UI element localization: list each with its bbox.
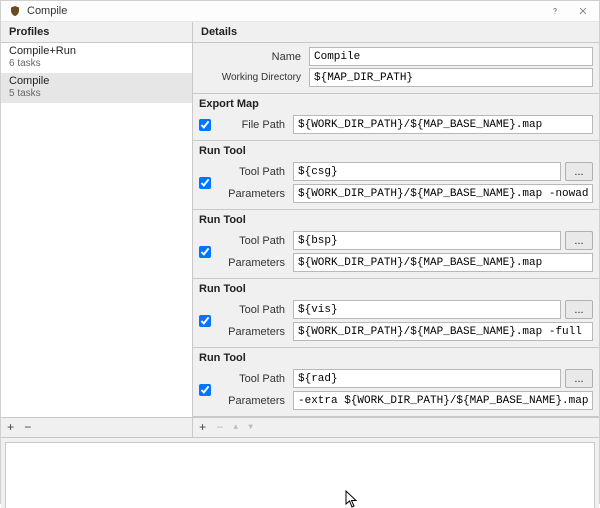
tool-enable-checkbox[interactable] xyxy=(199,177,211,189)
parameters-input[interactable] xyxy=(293,391,593,410)
tool-path-input[interactable] xyxy=(293,231,561,250)
task-list-controls: + − ▲ ▼ xyxy=(193,417,599,437)
run-tool-header: Run Tool xyxy=(199,212,593,229)
file-path-input[interactable] xyxy=(293,115,593,134)
move-task-down-button[interactable]: ▼ xyxy=(248,423,253,432)
profile-tasks: 5 tasks xyxy=(9,88,184,99)
browse-button[interactable]: ... xyxy=(565,162,593,181)
profile-name: Compile xyxy=(9,75,184,88)
run-tool-header: Run Tool xyxy=(199,281,593,298)
profile-item-compile[interactable]: Compile 5 tasks xyxy=(1,73,192,103)
tool-path-label: Tool Path xyxy=(217,235,289,247)
titlebar: Compile xyxy=(1,1,599,22)
parameters-label: Parameters xyxy=(217,188,289,200)
profiles-header: Profiles xyxy=(1,22,192,43)
export-map-block: Export Map File Path xyxy=(193,94,599,141)
tool-path-input[interactable] xyxy=(293,300,561,319)
tool-path-label: Tool Path xyxy=(217,304,289,316)
export-map-header: Export Map xyxy=(199,96,593,113)
file-path-label: File Path xyxy=(217,119,289,131)
tool-path-label: Tool Path xyxy=(217,166,289,178)
profiles-list-controls: + − xyxy=(1,417,192,437)
remove-task-button[interactable]: − xyxy=(216,421,223,435)
parameters-label: Parameters xyxy=(217,395,289,407)
profile-name: Compile+Run xyxy=(9,45,184,58)
browse-button[interactable]: ... xyxy=(565,369,593,388)
tool-enable-checkbox[interactable] xyxy=(199,315,211,327)
run-tool-header: Run Tool xyxy=(199,143,593,160)
name-input[interactable] xyxy=(309,47,593,66)
tool-enable-checkbox[interactable] xyxy=(199,246,211,258)
parameters-input[interactable] xyxy=(293,322,593,341)
run-tool-block: Run Tool Tool Path ... Parameters xyxy=(193,141,599,210)
add-profile-button[interactable]: + xyxy=(7,421,14,435)
move-task-up-button[interactable]: ▲ xyxy=(233,423,238,432)
profile-item-compile-run[interactable]: Compile+Run 6 tasks xyxy=(1,43,192,73)
run-tool-header: Run Tool xyxy=(199,350,593,367)
working-directory-input[interactable] xyxy=(309,68,593,87)
tool-path-input[interactable] xyxy=(293,162,561,181)
parameters-input[interactable] xyxy=(293,253,593,272)
details-header: Details xyxy=(193,22,599,43)
export-enable-checkbox[interactable] xyxy=(199,119,211,131)
working-directory-label: Working Directory xyxy=(217,72,305,83)
tool-enable-checkbox[interactable] xyxy=(199,384,211,396)
name-label: Name xyxy=(217,51,305,63)
parameters-input[interactable] xyxy=(293,184,593,203)
browse-button[interactable]: ... xyxy=(565,300,593,319)
tool-path-label: Tool Path xyxy=(217,373,289,385)
profiles-list: Compile+Run 6 tasks Compile 5 tasks xyxy=(1,43,192,417)
parameters-label: Parameters xyxy=(217,326,289,338)
add-task-button[interactable]: + xyxy=(199,421,206,435)
profile-tasks: 6 tasks xyxy=(9,58,184,69)
run-tool-block: Run Tool Tool Path ... Parameters xyxy=(193,210,599,279)
tool-path-input[interactable] xyxy=(293,369,561,388)
run-tool-block: Run Tool Tool Path ... Parameters xyxy=(193,279,599,348)
close-window-button[interactable] xyxy=(569,1,597,21)
help-button[interactable] xyxy=(541,1,569,21)
output-pane xyxy=(5,442,595,508)
window-title: Compile xyxy=(27,5,541,17)
parameters-label: Parameters xyxy=(217,257,289,269)
browse-button[interactable]: ... xyxy=(565,231,593,250)
app-shield-icon xyxy=(9,5,21,17)
remove-profile-button[interactable]: − xyxy=(24,421,31,435)
run-tool-block: Run Tool Tool Path ... Parameters xyxy=(193,348,599,417)
details-block: Name Working Directory xyxy=(193,43,599,94)
